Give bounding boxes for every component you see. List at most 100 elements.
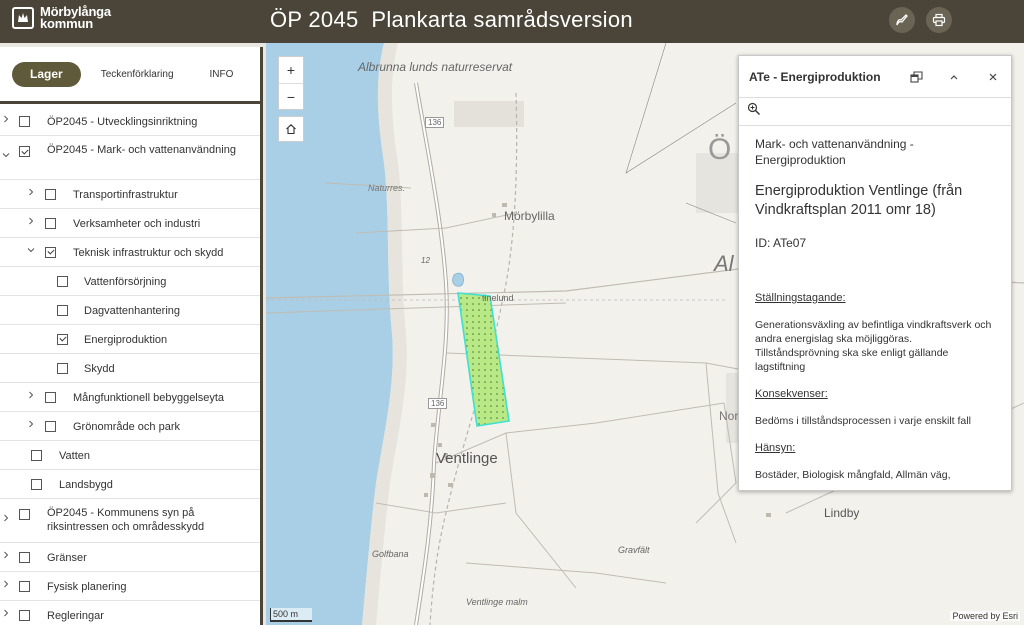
- map-label-al: Al: [714, 251, 734, 276]
- app-header: Mörbylånga kommun ÖP 2045 Plankarta samr…: [0, 0, 1024, 43]
- layer-checkbox[interactable]: [31, 478, 42, 490]
- layer-row[interactable]: Grönområde och park: [0, 412, 260, 441]
- logo-text: Mörbylånga kommun: [40, 5, 111, 30]
- layer-label: Gränser: [47, 551, 87, 564]
- layer-row[interactable]: Skydd: [0, 354, 260, 383]
- zoom-to-button[interactable]: [747, 102, 761, 121]
- elevation-label: 12: [421, 256, 430, 265]
- layer-checkbox[interactable]: [45, 188, 56, 200]
- layer-row[interactable]: ÖP2045 - Mark- och vattenanvändning: [0, 136, 260, 180]
- layer-checkbox[interactable]: [19, 146, 30, 157]
- layer-label: Verksamheter och industri: [73, 217, 201, 230]
- layer-row[interactable]: Regleringar: [0, 601, 260, 625]
- popup-header: ATe - Energiproduktion: [739, 56, 1011, 98]
- home-button[interactable]: [278, 116, 304, 142]
- layer-row[interactable]: Mångfunktionell bebyggelseyta: [0, 383, 260, 412]
- page-title: ÖP 2045 Plankarta samrådsversion: [270, 7, 633, 32]
- layer-label: ÖP2045 - Utvecklingsinriktning: [47, 115, 198, 128]
- layer-row[interactable]: Teknisk infrastruktur och skydd: [0, 238, 260, 267]
- theme-toggle-button[interactable]: [889, 7, 915, 33]
- chevron-right-icon[interactable]: [26, 391, 36, 402]
- tab-teckenforklaring[interactable]: Teckenförklaring: [89, 69, 186, 80]
- tab-lager[interactable]: Lager: [12, 61, 81, 87]
- layer-checkbox[interactable]: [57, 333, 68, 345]
- printer-icon: [932, 13, 946, 27]
- layer-checkbox[interactable]: [31, 449, 42, 461]
- chevron-right-icon[interactable]: [1, 551, 11, 562]
- layer-label: Skydd: [84, 362, 115, 375]
- dock-icon: [909, 71, 923, 83]
- close-icon: [989, 73, 997, 81]
- layer-label: Transportinfrastruktur: [73, 188, 178, 201]
- layer-row[interactable]: Dagvattenhantering: [0, 296, 260, 325]
- popup-text-konsekvenser: Bedöms i tillståndsprocessen i varje ens…: [755, 415, 971, 427]
- layer-checkbox[interactable]: [57, 304, 68, 316]
- dock-button[interactable]: [907, 68, 925, 86]
- layer-checkbox[interactable]: [57, 275, 68, 287]
- layer-row[interactable]: Energiproduktion: [0, 325, 260, 354]
- layer-label: ÖP2045 - Kommunens syn på riksintressen …: [47, 507, 205, 533]
- popup-heading-konsekvenser: Konsekvenser:: [755, 388, 828, 400]
- chevron-right-icon[interactable]: [1, 115, 11, 126]
- layer-label: Fysisk planering: [47, 580, 127, 593]
- popup-text-stallningstagande: Generationsväxling av befintliga vindkra…: [755, 319, 992, 373]
- popup-title: ATe - Energiproduktion: [749, 69, 881, 84]
- chevron-down-icon[interactable]: [1, 151, 11, 162]
- chevron-right-icon[interactable]: [26, 420, 36, 431]
- layer-row[interactable]: ÖP2045 - Kommunens syn på riksintressen …: [0, 499, 260, 543]
- layer-row[interactable]: Gränser: [0, 543, 260, 572]
- energy-area-polygon[interactable]: [457, 292, 510, 427]
- close-button[interactable]: [984, 68, 1002, 86]
- popup-heading-stallningstagande: Ställningstagande:: [755, 292, 846, 304]
- layer-panel: Lager Teckenförklaring INFO ÖP2045 - Utv…: [0, 47, 263, 625]
- panel-tabs: Lager Teckenförklaring INFO: [0, 47, 260, 104]
- zoom-control: + −: [278, 56, 304, 110]
- layer-checkbox[interactable]: [19, 580, 30, 592]
- layer-row[interactable]: Landsbygd: [0, 470, 260, 499]
- municipality-logo[interactable]: Mörbylånga kommun: [12, 5, 111, 30]
- layer-checkbox[interactable]: [19, 509, 30, 520]
- layer-list: ÖP2045 - Utvecklingsinriktning ÖP2045 - M…: [0, 107, 260, 625]
- feature-popup: ATe - Energiproduktion Mark- och vattena…: [738, 55, 1012, 491]
- layer-checkbox[interactable]: [19, 115, 30, 127]
- print-button[interactable]: [926, 7, 952, 33]
- map-label-lindby: Lindby: [824, 506, 860, 520]
- layer-row[interactable]: Verksamheter och industri: [0, 209, 260, 238]
- chevron-right-icon[interactable]: [1, 514, 11, 525]
- scale-bar: 500 m: [270, 608, 313, 622]
- chevron-right-icon[interactable]: [26, 217, 36, 228]
- popup-toolbar: [739, 98, 1011, 126]
- collapse-button[interactable]: [945, 68, 963, 86]
- map-label-ventlinge: Ventlinge: [436, 450, 498, 467]
- map-label-gravfalt: Gravfält: [618, 545, 650, 555]
- chevron-right-icon[interactable]: [1, 609, 11, 620]
- chevron-right-icon[interactable]: [1, 580, 11, 591]
- layer-label: Grönområde och park: [73, 420, 180, 433]
- layer-label: Vatten: [59, 449, 90, 462]
- layer-label: Energiproduktion: [84, 333, 168, 346]
- chevron-right-icon[interactable]: [26, 188, 36, 199]
- layer-checkbox[interactable]: [19, 609, 30, 621]
- layer-label: Landsbygd: [59, 478, 113, 491]
- layer-row[interactable]: ÖP2045 - Utvecklingsinriktning: [0, 107, 260, 136]
- popup-feature-name: Energiproduktion Ventlinge (från Vindkra…: [755, 183, 963, 218]
- layer-label: Dagvattenhantering: [84, 304, 181, 317]
- tab-info[interactable]: INFO: [186, 69, 248, 80]
- home-icon: [286, 124, 296, 135]
- layer-checkbox[interactable]: [45, 217, 56, 229]
- layer-checkbox[interactable]: [45, 391, 56, 403]
- crown-icon: [12, 7, 34, 29]
- layer-row[interactable]: Transportinfrastruktur: [0, 180, 260, 209]
- layer-checkbox[interactable]: [19, 551, 30, 563]
- layer-checkbox[interactable]: [57, 362, 68, 374]
- map-label-reserve: Albrunna lunds naturreservat: [358, 60, 513, 74]
- layer-checkbox[interactable]: [45, 420, 56, 432]
- layer-row[interactable]: Fysisk planering: [0, 572, 260, 601]
- layer-row[interactable]: Vattenförsörjning: [0, 267, 260, 296]
- layer-checkbox[interactable]: [45, 246, 56, 258]
- zoom-out-button[interactable]: −: [279, 83, 303, 109]
- attribution[interactable]: Powered by Esri: [950, 611, 1020, 621]
- zoom-in-button[interactable]: +: [279, 57, 303, 83]
- layer-row[interactable]: Vatten: [0, 441, 260, 470]
- chevron-down-icon[interactable]: [26, 246, 36, 257]
